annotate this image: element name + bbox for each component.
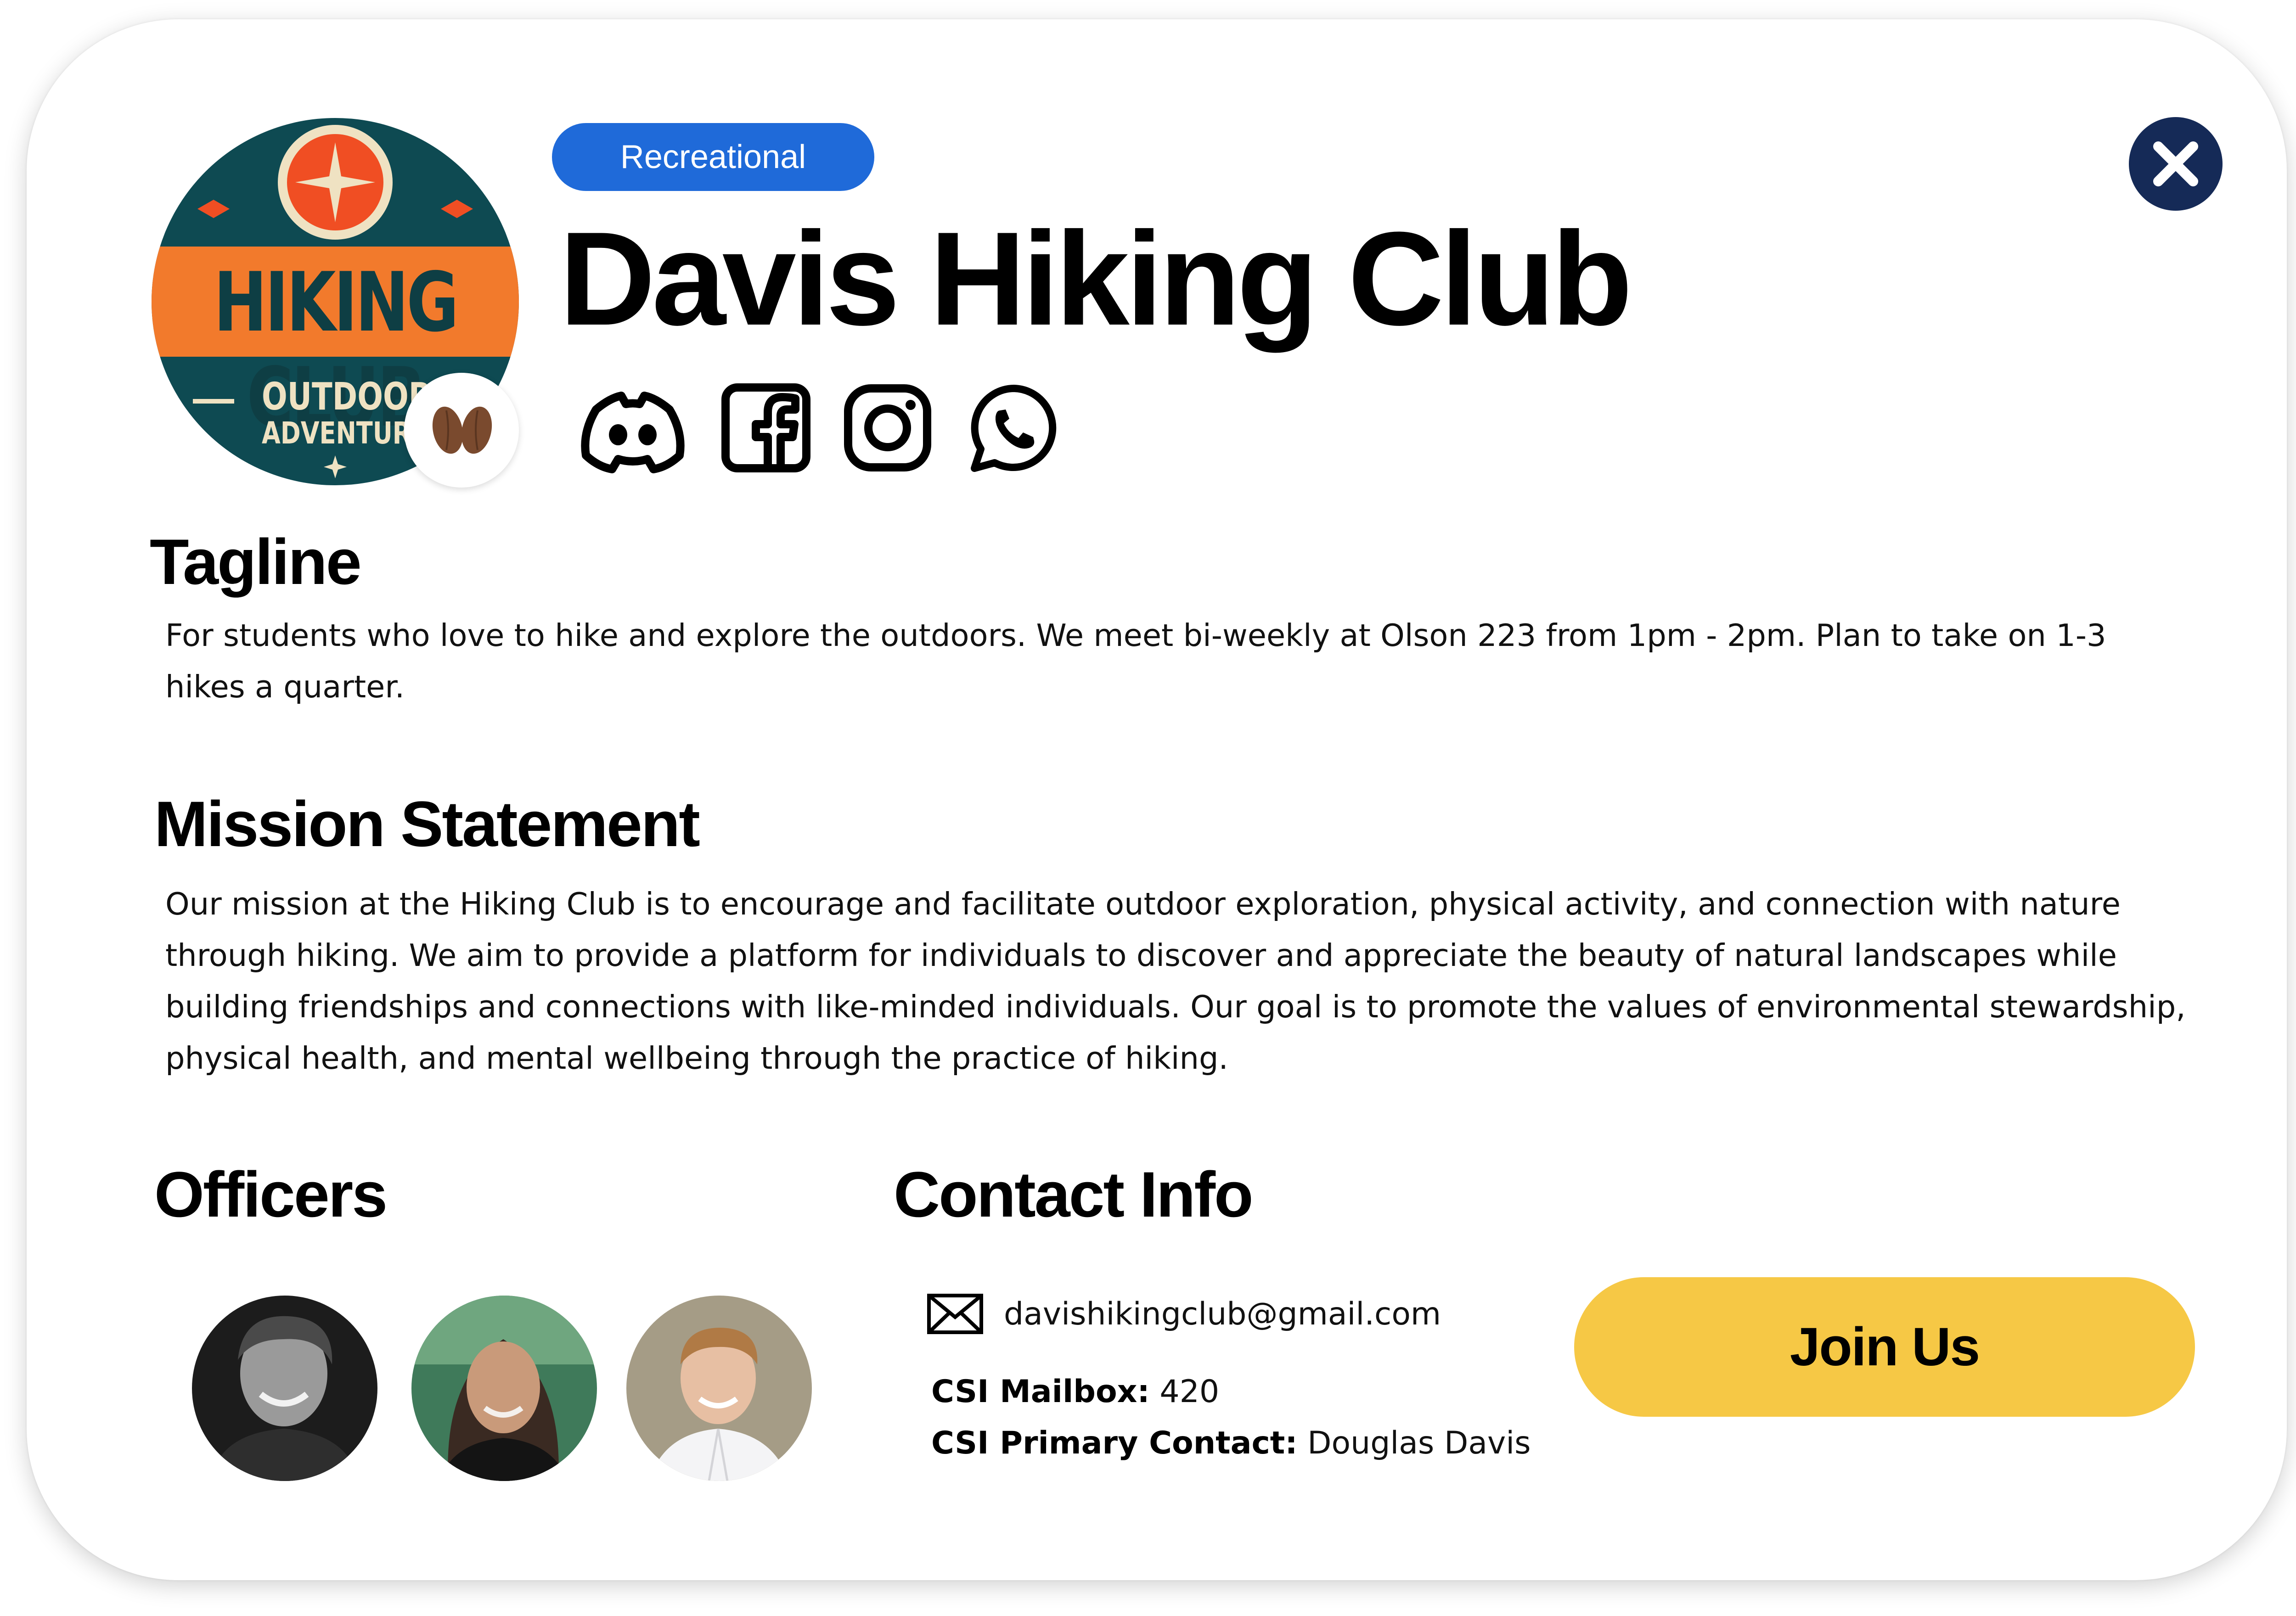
mailbox-line: CSI Mailbox: 420 xyxy=(931,1374,1219,1410)
logo-subtitle-text-2: ADVENTURE xyxy=(262,415,428,451)
club-logo: HIKING CLUB OUTDOOR ADVENTURE xyxy=(152,118,519,488)
officer-avatar[interactable] xyxy=(411,1296,597,1481)
close-button[interactable] xyxy=(2129,117,2223,211)
join-us-button[interactable]: Join Us xyxy=(1574,1277,2195,1417)
almond-badge-icon xyxy=(404,373,519,488)
contact-heading: Contact Info xyxy=(894,1158,1254,1230)
category-badge: Recreational xyxy=(552,123,874,191)
contact-email[interactable]: davishikingclub@gmail.com xyxy=(1004,1296,1441,1332)
tagline-heading: Tagline xyxy=(150,526,362,598)
primary-contact-label: CSI Primary Contact: xyxy=(931,1425,1298,1461)
email-row[interactable]: davishikingclub@gmail.com xyxy=(927,1291,1441,1337)
tagline-text: For students who love to hike and explor… xyxy=(165,617,2106,705)
club-title: Davis Hiking Club xyxy=(559,204,1632,353)
club-detail-card: HIKING CLUB OUTDOOR ADVENTURE Recreation… xyxy=(27,19,2287,1580)
mailbox-label: CSI Mailbox: xyxy=(931,1374,1150,1410)
mission-text: Our mission at the Hiking Club is to enc… xyxy=(165,886,2186,1076)
discord-icon[interactable] xyxy=(578,382,688,474)
officers-heading: Officers xyxy=(154,1158,388,1230)
officer-avatar[interactable] xyxy=(626,1296,812,1481)
facebook-icon[interactable] xyxy=(720,382,812,474)
primary-contact-line: CSI Primary Contact: Douglas Davis xyxy=(931,1425,1531,1461)
officer-avatar[interactable] xyxy=(192,1296,377,1481)
mailbox-value: 420 xyxy=(1159,1374,1220,1410)
whatsapp-icon[interactable] xyxy=(968,382,1060,474)
close-icon xyxy=(2153,141,2198,186)
mail-icon xyxy=(927,1294,983,1334)
primary-contact-value: Douglas Davis xyxy=(1307,1425,1531,1461)
instagram-icon[interactable] xyxy=(842,382,934,474)
mission-heading: Mission Statement xyxy=(154,788,700,860)
